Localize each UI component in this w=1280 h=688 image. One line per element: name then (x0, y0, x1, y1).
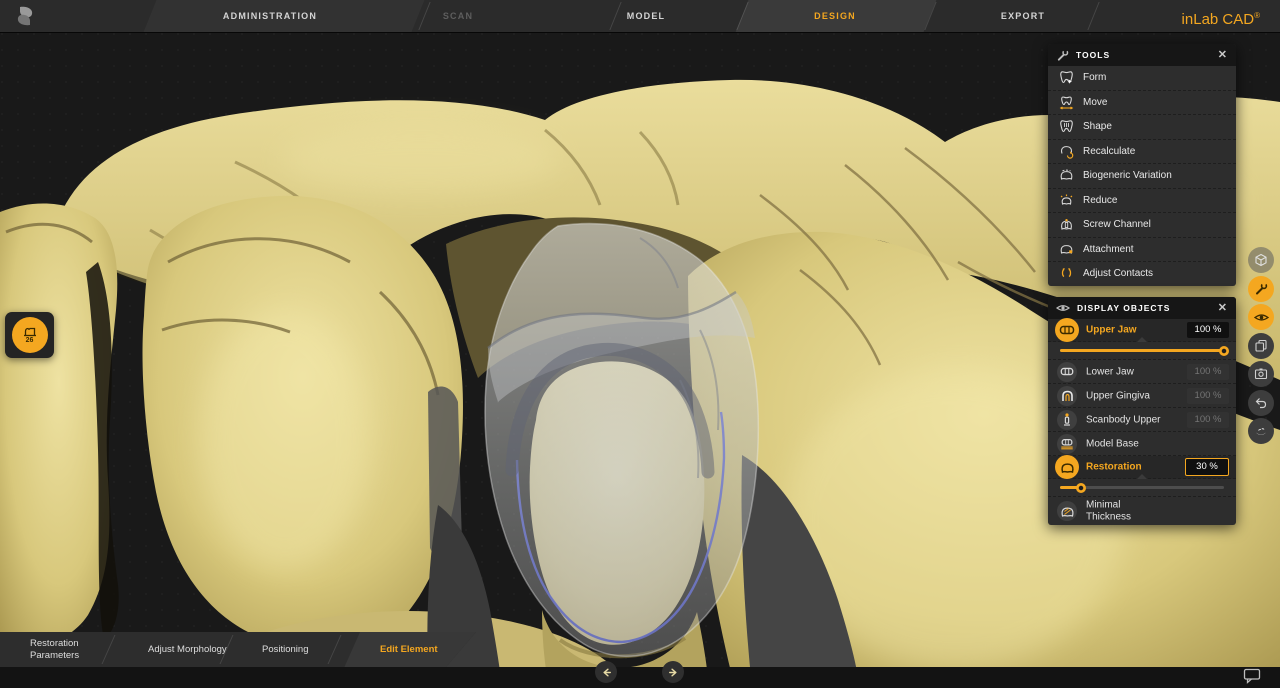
tool-item-shape[interactable]: Shape (1048, 115, 1236, 140)
tool-item-screw-channel[interactable]: Screw Channel (1048, 213, 1236, 238)
side-toolbar (1248, 247, 1274, 447)
step-back-icon[interactable] (1248, 390, 1274, 416)
case-documents-icon[interactable] (1248, 333, 1274, 359)
arrow-right-icon (667, 666, 680, 679)
display-objects-close-icon[interactable]: ✕ (1218, 303, 1228, 314)
tooth-number-badge[interactable]: 26 (5, 312, 54, 358)
tab-scan[interactable]: SCAN (443, 0, 473, 32)
restoration-opacity-slider[interactable] (1048, 479, 1236, 497)
brand-logo-text: inLab CAD® (1182, 0, 1260, 33)
display-objects-header: DISPLAY OBJECTS ✕ (1048, 297, 1236, 319)
upper-jaw-opacity-slider[interactable] (1048, 342, 1236, 360)
crown-reduce-icon (1059, 193, 1074, 208)
slider-notch (1137, 474, 1147, 479)
display-row-model-base[interactable]: Model Base (1048, 432, 1236, 456)
tooth-shape-icon (1059, 119, 1074, 134)
lower-jaw-opacity-value[interactable]: 100 % (1187, 364, 1229, 380)
snapshot-icon[interactable] (1248, 361, 1274, 387)
band-highlight (280, 125, 560, 195)
inlab-cad-window: ADMINISTRATION SCAN MODEL DESIGN EXPORT … (0, 0, 1280, 688)
step-edit-element[interactable]: Edit Element (380, 632, 438, 667)
tool-item-attachment[interactable]: Attachment (1048, 238, 1236, 263)
bottom-bar (0, 667, 1280, 688)
top-navigation-bar: ADMINISTRATION SCAN MODEL DESIGN EXPORT … (0, 0, 1280, 33)
workflow-separator (328, 635, 342, 664)
arrow-left-icon (600, 666, 613, 679)
wrench-icon (1056, 49, 1069, 62)
tools-close-icon[interactable]: ✕ (1218, 50, 1228, 61)
tools-panel-header: TOOLS ✕ (1048, 44, 1236, 66)
tool-item-move[interactable]: Move (1048, 91, 1236, 116)
restoration-opacity-value[interactable]: 30 % (1185, 458, 1229, 476)
tool-item-reduce[interactable]: Reduce (1048, 189, 1236, 214)
attachment-icon (1059, 242, 1074, 257)
display-row-scanbody-upper[interactable]: Scanbody Upper 100 % (1048, 408, 1236, 432)
view-cube-icon[interactable] (1248, 247, 1274, 273)
display-objects-title: DISPLAY OBJECTS (1077, 303, 1170, 313)
step-positioning[interactable]: Positioning (262, 632, 308, 667)
scanbody-upper-opacity-value[interactable]: 100 % (1187, 412, 1229, 428)
grab-icon[interactable] (1248, 418, 1274, 444)
molar-highlight (200, 310, 370, 570)
crown-biogeneric-icon (1059, 168, 1074, 183)
tool-item-adjust-contacts[interactable]: Adjust Contacts (1048, 262, 1236, 286)
nav-separator (1087, 2, 1099, 30)
previous-step-button[interactable] (595, 661, 617, 683)
display-objects-icon[interactable] (1248, 304, 1274, 330)
upper-jaw-slider-knob[interactable] (1219, 346, 1229, 356)
display-row-lower-jaw[interactable]: Lower Jaw 100 % (1048, 360, 1236, 384)
display-row-minimal-thickness[interactable]: Minimal Thickness (1048, 497, 1236, 525)
nav-separator (609, 2, 621, 30)
tooth-number: 26 (26, 337, 34, 344)
tools-icon[interactable] (1248, 276, 1274, 302)
screw-channel-icon (1059, 217, 1074, 232)
next-step-button[interactable] (662, 661, 684, 683)
upper-gingiva-icon (1057, 386, 1077, 406)
tool-item-form[interactable]: Form (1048, 66, 1236, 91)
tab-export[interactable]: EXPORT (1001, 0, 1045, 32)
comment-bubble-icon (1243, 668, 1262, 684)
upper-gingiva-opacity-value[interactable]: 100 % (1187, 388, 1229, 404)
upper-jaw-icon (1055, 318, 1079, 342)
adjust-contacts-icon (1059, 266, 1074, 281)
tools-panel: TOOLS ✕ Form Move Shape (1048, 44, 1236, 286)
restoration-slider-knob[interactable] (1076, 483, 1086, 493)
display-objects-panel: DISPLAY OBJECTS ✕ Upper Jaw 100 % Lower … (1048, 297, 1236, 525)
model-base-icon (1057, 434, 1077, 454)
dentsply-sirona-logo-icon (14, 5, 36, 27)
display-row-upper-gingiva[interactable]: Upper Gingiva 100 % (1048, 384, 1236, 408)
slider-notch (1137, 337, 1147, 342)
feedback-button[interactable] (1243, 668, 1262, 684)
tooth-move-icon (1059, 95, 1074, 110)
tooth-form-icon (1059, 70, 1074, 85)
tab-administration[interactable]: ADMINISTRATION (223, 0, 317, 32)
step-adjust-morphology[interactable]: Adjust Morphology (148, 632, 232, 667)
scanbody-upper-icon (1057, 410, 1077, 430)
restoration-icon (1055, 455, 1079, 479)
tooth-recalculate-icon (1059, 144, 1074, 159)
tools-panel-title: TOOLS (1076, 50, 1110, 60)
minimal-thickness-icon (1057, 501, 1077, 521)
upper-jaw-opacity-value[interactable]: 100 % (1187, 322, 1229, 338)
tab-design[interactable]: DESIGN (814, 0, 856, 32)
tool-item-recalculate[interactable]: Recalculate (1048, 140, 1236, 165)
workflow-step-bar: Restoration Parameters Adjust Morphology… (0, 632, 476, 667)
crown-icon: 26 (12, 317, 48, 353)
step-restoration-parameters[interactable]: Restoration Parameters (30, 632, 114, 667)
eye-icon (1056, 303, 1070, 313)
tool-item-biogeneric-variation[interactable]: Biogeneric Variation (1048, 164, 1236, 189)
lower-jaw-icon (1057, 362, 1077, 382)
tab-model[interactable]: MODEL (627, 0, 666, 32)
